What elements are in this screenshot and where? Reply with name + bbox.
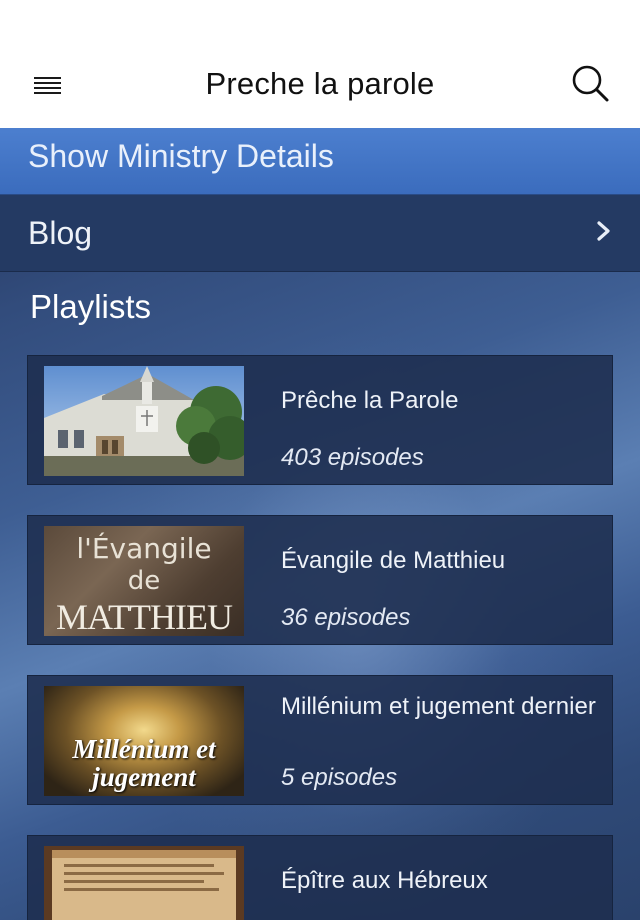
playlist-episode-count: 403 episodes <box>281 444 424 471</box>
search-icon <box>572 65 609 102</box>
content-area: Show Ministry Details Blog Playlists Prê… <box>0 128 640 920</box>
thumbnail-text-line: jugement <box>92 762 196 792</box>
screen: Preche la parole Show Ministry Details B… <box>0 0 640 920</box>
playlist-thumbnail-hebreux <box>44 846 244 920</box>
playlist-title: Millénium et jugement dernier <box>281 693 596 720</box>
thumbnail-text-line: de <box>127 566 161 596</box>
thumbnail-text-line: Millénium et <box>72 734 216 764</box>
playlists-heading: Playlists <box>30 288 152 325</box>
playlist-episode-count: 36 episodes <box>281 604 411 631</box>
blog-label: Blog <box>28 215 93 251</box>
playlist-thumbnail-millenium: Millénium et jugement <box>44 686 244 796</box>
app-bar: Preche la parole <box>0 0 640 128</box>
playlist-card[interactable]: Millénium et jugement Millénium et jugem… <box>27 675 613 805</box>
playlist-title: Évangile de Matthieu <box>281 547 506 574</box>
search-button[interactable] <box>560 56 620 112</box>
thumbnail-text-line: l'Évangile <box>76 532 212 565</box>
blog-row[interactable]: Blog <box>0 195 640 272</box>
ministry-details-label: Show Ministry Details <box>28 138 334 174</box>
playlist-title: Épître aux Hébreux <box>281 867 488 894</box>
chevron-right-icon <box>597 221 610 241</box>
page-title: Preche la parole <box>205 66 435 101</box>
playlist-title: Prêche la Parole <box>281 387 459 414</box>
menu-button[interactable] <box>22 64 72 104</box>
playlist-episode-count: 5 episodes <box>281 764 398 791</box>
show-ministry-details-button[interactable]: Show Ministry Details <box>0 128 640 195</box>
playlist-thumbnail-matthieu: l'Évangile de MATTHIEU <box>44 526 244 636</box>
playlist-thumbnail-church <box>44 366 244 476</box>
playlist-card[interactable]: l'Évangile de MATTHIEU Évangile de Matth… <box>27 515 613 645</box>
playlist-card[interactable]: Prêche la Parole 403 episodes <box>27 355 613 485</box>
thumbnail-text-line: MATTHIEU <box>56 597 233 636</box>
playlist-card[interactable]: Épître aux Hébreux <box>27 835 613 920</box>
